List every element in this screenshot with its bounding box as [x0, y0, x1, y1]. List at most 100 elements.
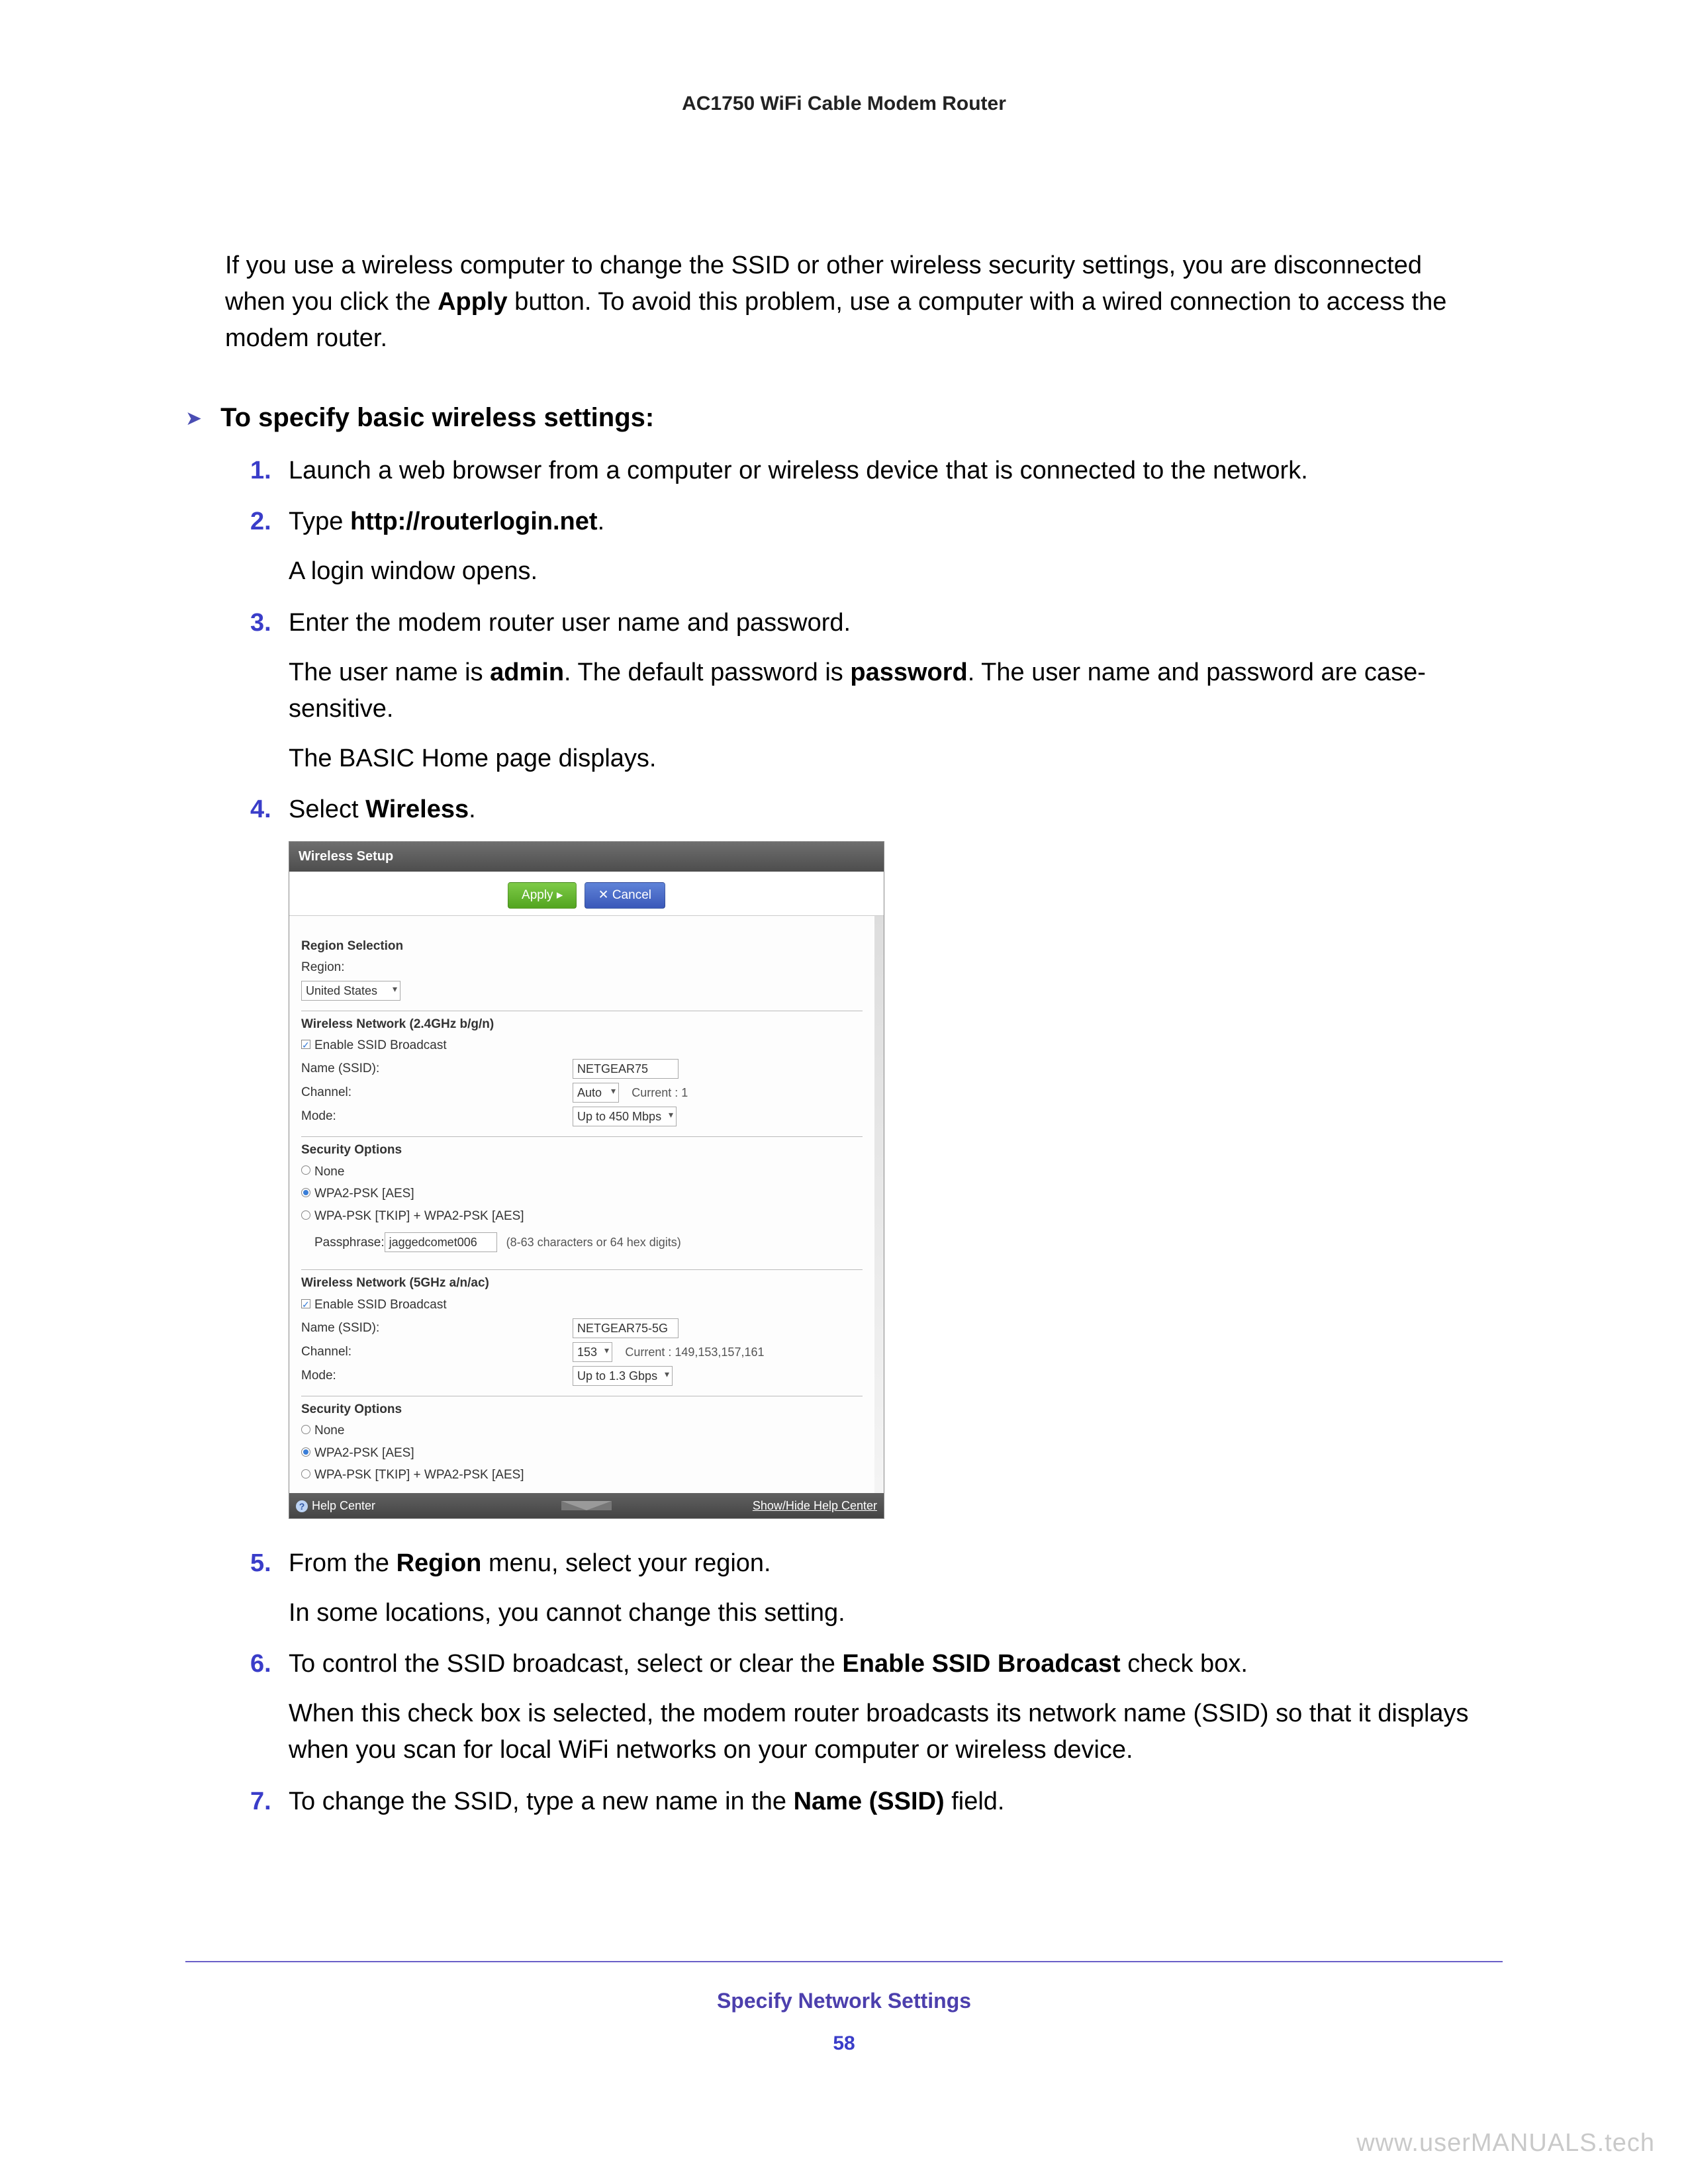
step-3-admin: admin: [490, 659, 564, 686]
net24-title: Wireless Network (2.4GHz b/g/n): [301, 1011, 863, 1034]
sec-24-mixed-row: WPA-PSK [TKIP] + WPA2-PSK [AES]: [301, 1205, 863, 1228]
footer-divider: [185, 1961, 1503, 1962]
step-3-sub1-a: The user name is: [289, 659, 490, 686]
arrow-up-icon[interactable]: [561, 1501, 612, 1510]
net5-title: Wireless Network (5GHz a/n/ac): [301, 1269, 863, 1293]
region-label: Region:: [301, 958, 345, 977]
sec-5-none-label: None: [314, 1422, 344, 1440]
sec-5-none-row: None: [301, 1420, 863, 1442]
region-section-title: Region Selection: [301, 933, 863, 956]
sec-24-wpa2-radio[interactable]: [301, 1188, 310, 1197]
enable-ssid-24-checkbox[interactable]: [301, 1040, 310, 1049]
enable-ssid-5-checkbox[interactable]: [301, 1299, 310, 1308]
help-center-left[interactable]: ? Help Center: [296, 1497, 375, 1514]
sec-5-mixed-row: WPA-PSK [TKIP] + WPA2-PSK [AES]: [301, 1464, 863, 1486]
passphrase-label: Passphrase:: [301, 1234, 385, 1252]
step-7-text-a: To change the SSID, type a new name in t…: [289, 1788, 794, 1815]
page-content: AC1750 WiFi Cable Modem Router If you us…: [0, 0, 1688, 1820]
passphrase-input[interactable]: jaggedcomet006: [385, 1232, 497, 1252]
sec-24-mixed-radio[interactable]: [301, 1210, 310, 1220]
router-footer: ? Help Center Show/Hide Help Center: [289, 1493, 884, 1518]
enable-ssid-24-label: Enable SSID Broadcast: [314, 1036, 447, 1055]
page-number: 58: [0, 2032, 1688, 2055]
sec-24-mixed-label: WPA-PSK [TKIP] + WPA2-PSK [AES]: [314, 1207, 524, 1226]
help-center-label: Help Center: [312, 1499, 375, 1512]
intro-paragraph: If you use a wireless computer to change…: [225, 248, 1463, 357]
channel-24-select[interactable]: Auto: [573, 1083, 619, 1103]
channel-5-label: Channel:: [301, 1343, 573, 1361]
ssid-5-input[interactable]: NETGEAR75-5G: [573, 1318, 679, 1338]
chevron-icon: ➤: [185, 407, 202, 430]
mode-5-row: Mode: Up to 1.3 Gbps: [301, 1364, 863, 1388]
region-row: Region:: [301, 956, 863, 979]
channel-5-select[interactable]: 153: [573, 1342, 612, 1362]
mode-5-select[interactable]: Up to 1.3 Gbps: [573, 1366, 673, 1386]
step-3-password: password: [850, 659, 967, 686]
ssid-24-row: Name (SSID): NETGEAR75: [301, 1057, 863, 1081]
sec-5-none-radio[interactable]: [301, 1425, 310, 1434]
ssid-5-row: Name (SSID): NETGEAR75-5G: [301, 1316, 863, 1340]
router-buttonbar: Apply ▸ ✕ Cancel: [289, 872, 884, 916]
step-7: To change the SSID, type a new name in t…: [250, 1784, 1503, 1820]
step-1-text: Launch a web browser from a computer or …: [289, 453, 1503, 489]
sec-24-wpa2-row: WPA2-PSK [AES]: [301, 1183, 863, 1205]
step-1: Launch a web browser from a computer or …: [250, 453, 1503, 489]
step-2-text-a: Type: [289, 508, 350, 535]
step-6-text-a: To control the SSID broadcast, select or…: [289, 1650, 842, 1678]
sec-5-wpa2-row: WPA2-PSK [AES]: [301, 1442, 863, 1465]
router-screenshot: Wireless Setup Apply ▸ ✕ Cancel Region S…: [289, 841, 884, 1519]
section-heading-row: ➤ To specify basic wireless settings:: [185, 403, 1503, 433]
step-7-name-ssid: Name (SSID): [794, 1788, 945, 1815]
step-3-text: Enter the modem router user name and pas…: [289, 609, 851, 637]
step-3: Enter the modem router user name and pas…: [250, 605, 1503, 777]
watermark: www.userMANUALS.tech: [1356, 2129, 1655, 2158]
step-3-sub2: The BASIC Home page displays.: [289, 741, 1503, 777]
region-select[interactable]: United States: [301, 981, 400, 1001]
step-5-sub: In some locations, you cannot change thi…: [289, 1595, 1503, 1631]
channel-5-current: Current : 149,153,157,161: [625, 1345, 764, 1359]
sec-24-none-radio[interactable]: [301, 1165, 310, 1175]
mode-24-row: Mode: Up to 450 Mbps: [301, 1105, 863, 1128]
passphrase-row: Passphrase: jaggedcomet006 (8-63 charact…: [301, 1227, 863, 1261]
footer-section-title: Specify Network Settings: [0, 1989, 1688, 2013]
step-4-text-b: .: [469, 796, 476, 823]
show-hide-help-link[interactable]: Show/Hide Help Center: [753, 1497, 877, 1514]
step-3-sub1-b: . The default password is: [564, 659, 850, 686]
mode-5-label: Mode:: [301, 1367, 573, 1385]
sec-24-none-row: None: [301, 1161, 863, 1183]
ssid-24-label: Name (SSID):: [301, 1060, 573, 1078]
intro-bold-apply: Apply: [438, 288, 508, 316]
section-heading: To specify basic wireless settings:: [220, 403, 654, 433]
router-titlebar: Wireless Setup: [289, 842, 884, 872]
step-2-sub: A login window opens.: [289, 553, 1503, 590]
ssid-24-input[interactable]: NETGEAR75: [573, 1059, 679, 1079]
region-select-row: United States: [301, 979, 863, 1003]
step-3-sub1: The user name is admin. The default pass…: [289, 655, 1503, 727]
step-5-text-a: From the: [289, 1549, 397, 1577]
step-2-text-b: .: [598, 508, 605, 535]
mode-24-label: Mode:: [301, 1107, 573, 1126]
steps-list: Launch a web browser from a computer or …: [250, 453, 1503, 1819]
sec-5-wpa2-radio[interactable]: [301, 1447, 310, 1457]
apply-button[interactable]: Apply ▸: [508, 882, 577, 909]
step-2-url: http://routerlogin.net: [350, 508, 598, 535]
sec-5-mixed-radio[interactable]: [301, 1469, 310, 1479]
cancel-button[interactable]: ✕ Cancel: [585, 882, 665, 909]
router-footer-wrap: ? Help Center Show/Hide Help Center: [289, 1493, 884, 1518]
ssid-5-label: Name (SSID):: [301, 1319, 573, 1338]
enable-ssid-5-label: Enable SSID Broadcast: [314, 1296, 447, 1314]
document-header-title: AC1750 WiFi Cable Modem Router: [185, 93, 1503, 115]
security-5-title: Security Options: [301, 1396, 863, 1419]
step-2: Type http://routerlogin.net. A login win…: [250, 504, 1503, 590]
channel-24-row: Channel: Auto Current : 1: [301, 1081, 863, 1105]
step-4-text-a: Select: [289, 796, 365, 823]
enable-ssid-5-row: Enable SSID Broadcast: [301, 1294, 863, 1316]
step-6-enable-ssid: Enable SSID Broadcast: [842, 1650, 1120, 1678]
sec-5-wpa2-label: WPA2-PSK [AES]: [314, 1444, 414, 1463]
step-4-wireless: Wireless: [365, 796, 469, 823]
step-6-text-b: check box.: [1121, 1650, 1248, 1678]
mode-24-select[interactable]: Up to 450 Mbps: [573, 1107, 677, 1126]
passphrase-hint: (8-63 characters or 64 hex digits): [506, 1234, 681, 1251]
help-icon: ?: [296, 1500, 308, 1512]
step-7-text-b: field.: [945, 1788, 1005, 1815]
